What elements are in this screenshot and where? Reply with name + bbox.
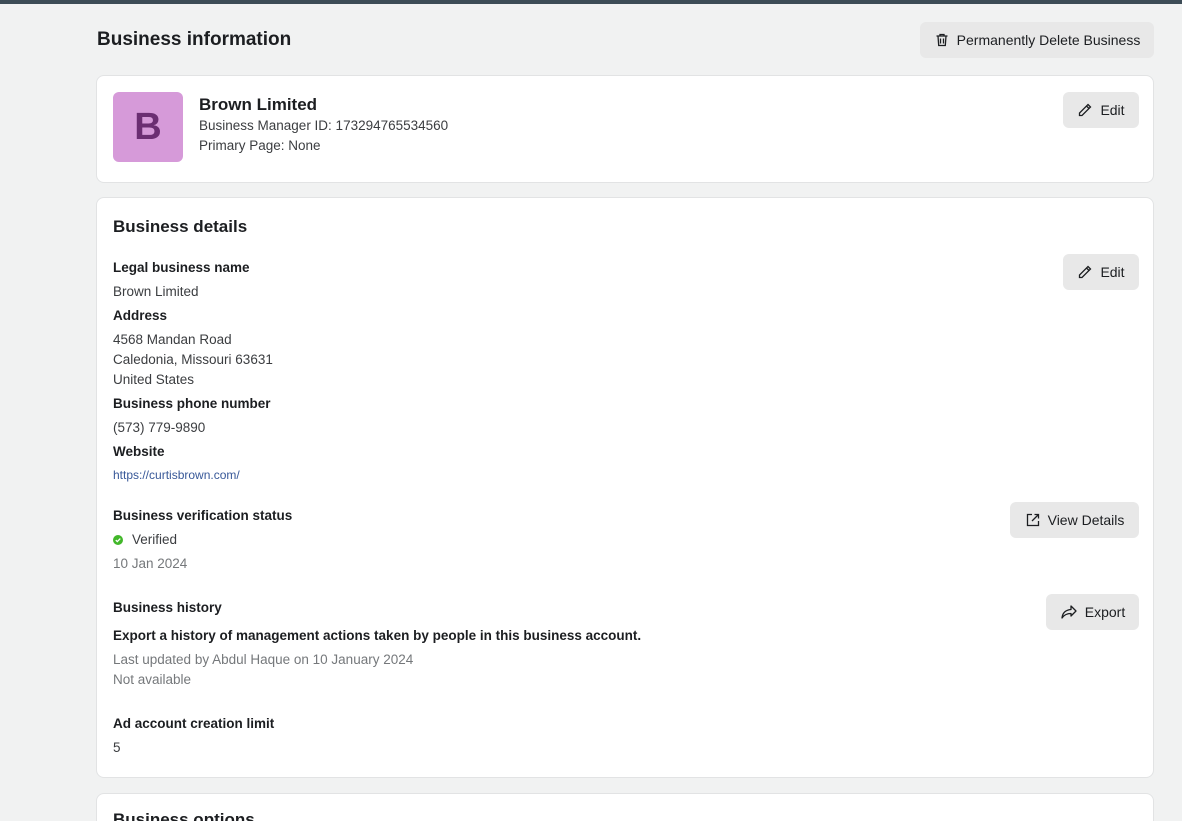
- website-label: Website: [113, 444, 165, 459]
- ad-limit-value: 5: [113, 740, 121, 755]
- website-link[interactable]: https://curtisbrown.com/: [113, 468, 240, 482]
- export-button[interactable]: Export: [1046, 594, 1139, 630]
- legal-name-value: Brown Limited: [113, 284, 199, 299]
- address-line-2: Caledonia, Missouri 63631: [113, 352, 273, 367]
- address-label: Address: [113, 308, 168, 323]
- address-line-3: United States: [113, 372, 195, 387]
- verification-status: Verified: [113, 532, 177, 547]
- export-label: Export: [1084, 604, 1126, 620]
- check-circle-icon: [113, 534, 123, 545]
- delete-business-label: Permanently Delete Business: [956, 32, 1141, 48]
- business-logo: B: [113, 92, 183, 162]
- edit-profile-button[interactable]: Edit: [1063, 92, 1139, 128]
- business-details-card: Business details Edit Legal business nam…: [96, 197, 1154, 778]
- business-history-updated: Last updated by Abdul Haque on 10 Januar…: [113, 652, 414, 667]
- business-manager-id: Business Manager ID: 173294765534560: [199, 118, 449, 133]
- external-link-icon: [1025, 512, 1041, 528]
- page-title: Business information: [97, 29, 292, 50]
- verification-status-text: Verified: [132, 532, 178, 547]
- business-profile-card: B Brown Limited Business Manager ID: 173…: [96, 75, 1154, 183]
- view-details-label: View Details: [1047, 512, 1125, 528]
- address-line-1: 4568 Mandan Road: [113, 332, 232, 347]
- phone-value: (573) 779-9890: [113, 420, 206, 435]
- business-history-description: Export a history of management actions t…: [113, 628, 642, 643]
- verification-status-label: Business verification status: [113, 508, 293, 523]
- view-details-button[interactable]: View Details: [1010, 502, 1139, 538]
- business-name: Brown Limited: [199, 95, 318, 114]
- share-arrow-icon: [1060, 604, 1078, 620]
- pencil-icon: [1077, 264, 1093, 280]
- ad-limit-label: Ad account creation limit: [113, 716, 275, 731]
- phone-label: Business phone number: [113, 396, 271, 411]
- top-bar: [0, 0, 1182, 4]
- business-details-title: Business details: [113, 217, 248, 236]
- legal-name-label: Legal business name: [113, 260, 250, 275]
- business-options-title: Business options: [113, 810, 255, 821]
- edit-details-button[interactable]: Edit: [1063, 254, 1139, 290]
- edit-profile-label: Edit: [1100, 102, 1125, 118]
- delete-business-button[interactable]: Permanently Delete Business: [920, 22, 1154, 58]
- primary-page: Primary Page: None: [199, 138, 321, 153]
- trash-icon: [934, 32, 950, 48]
- pencil-icon: [1077, 102, 1093, 118]
- business-history-label: Business history: [113, 600, 222, 615]
- edit-details-label: Edit: [1100, 264, 1125, 280]
- business-history-status: Not available: [113, 672, 192, 687]
- business-options-card: Business options: [96, 793, 1154, 821]
- verification-date: 10 Jan 2024: [113, 556, 188, 571]
